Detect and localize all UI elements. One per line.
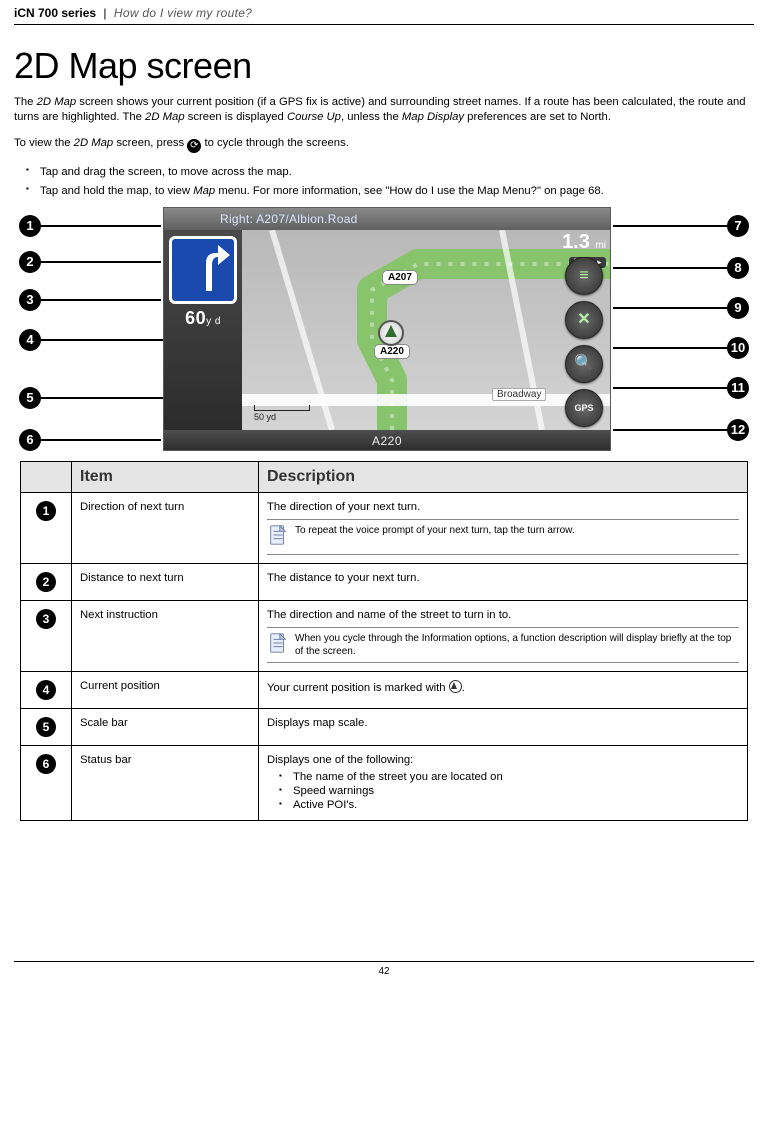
desc-text: Displays one of the following: — [267, 754, 739, 766]
close-button[interactable]: ✕ — [565, 301, 603, 339]
page-title: 2D Map screen — [14, 45, 754, 87]
callout-3: 3 — [19, 289, 161, 311]
turn-direction-icon[interactable] — [169, 236, 237, 304]
row-desc-cell: The direction and name of the street to … — [259, 601, 748, 672]
table-row: 2 Distance to next turn The distance to yo… — [21, 564, 748, 601]
row-number-cell: 5 — [21, 709, 72, 746]
callout-11: 11 — [613, 377, 749, 399]
road-shield: A220 — [374, 344, 410, 359]
sub-list: The name of the street you are located o… — [267, 770, 739, 812]
row-item-cell: Current position — [72, 672, 259, 709]
row-item-cell: Status bar — [72, 746, 259, 821]
next-instruction-bar: Right: A207/Albion.Road — [164, 208, 610, 230]
number-badge: 1 — [36, 501, 56, 521]
page-header: iCN 700 series | How do I view my route? — [14, 6, 754, 25]
row-number-cell: 2 — [21, 564, 72, 601]
table-row: 1Direction of next turnThe direction of … — [21, 493, 748, 564]
callout-7: 7 — [613, 215, 749, 237]
zoom-button[interactable]: 🔍 — [565, 345, 603, 383]
road-shield: A207 — [382, 270, 418, 285]
table-row: 6Status barDisplays one of the following… — [21, 746, 748, 821]
callout-5: 5 — [19, 387, 171, 409]
table-header-blank — [21, 462, 72, 493]
table-row: 3 Next instruction The direction and name … — [21, 601, 748, 672]
cycle-icon: ⟳ — [187, 139, 201, 153]
number-badge: 2 — [36, 572, 56, 592]
callout-8: 8 — [613, 257, 749, 279]
list-item: Active POI's. — [267, 798, 739, 812]
row-desc-cell: The direction of your next turn. To repea… — [259, 493, 748, 564]
note-icon — [267, 632, 289, 658]
breadcrumb: How do I view my route? — [114, 6, 252, 20]
callout-1: 1 — [19, 215, 161, 237]
row-item-cell: Scale bar — [72, 709, 259, 746]
number-badge: 6 — [36, 754, 56, 774]
row-item-cell: Direction of next turn — [72, 493, 259, 564]
list-item: Tap and drag the screen, to move across … — [14, 163, 754, 182]
row-number-cell: 4 — [21, 672, 72, 709]
callout-2: 2 — [19, 251, 161, 273]
row-number-cell: 1 — [21, 493, 72, 564]
row-desc-cell: Your current position is marked with . — [259, 672, 748, 709]
list-item: The name of the street you are located o… — [267, 770, 739, 784]
row-desc-cell: Displays map scale. — [259, 709, 748, 746]
status-bar: A220 — [164, 430, 610, 451]
desc-text: The direction and name of the street to … — [267, 609, 739, 621]
desc-text: Your current position is marked with . — [267, 680, 739, 694]
row-number-cell: 6 — [21, 746, 72, 821]
list-item: Tap and hold the map, to view Map menu. … — [14, 182, 754, 201]
series-name: iCN 700 series — [14, 6, 96, 20]
number-badge: 3 — [36, 609, 56, 629]
position-glyph-icon — [449, 680, 462, 693]
legend-table: Item Description 1 Direction of next turn… — [20, 461, 748, 821]
turn-panel: 60y d — [164, 230, 244, 430]
row-item-cell: Next instruction — [72, 601, 259, 672]
current-position-marker — [378, 320, 404, 346]
scale-bar: 50 yd — [254, 405, 310, 422]
map-figure: 1 2 3 4 5 6 7 8 9 10 11 — [19, 207, 749, 451]
to-view-line: To view the 2D Map screen, press ⟳ to cy… — [14, 136, 754, 153]
tips-list: Tap and drag the screen, to move across … — [14, 163, 754, 202]
intro-paragraph: The 2D Map screen shows your current pos… — [14, 95, 754, 126]
gps-button[interactable]: GPS — [565, 389, 603, 427]
street-label: Broadway — [492, 388, 546, 401]
row-item-cell: Distance to next turn — [72, 564, 259, 601]
table-row: 5 Scale bar Displays map scale. — [21, 709, 748, 746]
number-badge: 4 — [36, 680, 56, 700]
note-text: To repeat the voice prompt of your next … — [295, 524, 575, 537]
row-desc-cell: Displays one of the following: The name o… — [259, 746, 748, 821]
page-footer: 42 — [14, 961, 754, 977]
callout-12: 12 — [613, 419, 749, 441]
note-text: When you cycle through the Information o… — [295, 632, 739, 658]
table-row: 4 Current position Your current position i… — [21, 672, 748, 709]
row-desc-cell: The distance to your next turn. — [259, 564, 748, 601]
note: To repeat the voice prompt of your next … — [267, 519, 739, 555]
turn-distance: 60y d — [164, 308, 242, 329]
note-icon — [267, 524, 289, 550]
table-header-description: Description — [259, 462, 748, 493]
note: When you cycle through the Information o… — [267, 627, 739, 663]
breadcrumb-sep: | — [103, 6, 106, 20]
number-badge: 5 — [36, 717, 56, 737]
device-screenshot: Right: A207/Albion.Road 60y d — [163, 207, 611, 451]
callout-10: 10 — [613, 337, 749, 359]
desc-text: The distance to your next turn. — [267, 572, 739, 584]
page-number: 42 — [378, 966, 389, 977]
list-item: Speed warnings — [267, 784, 739, 798]
table-header-item: Item — [72, 462, 259, 493]
row-number-cell: 3 — [21, 601, 72, 672]
callout-6: 6 — [19, 429, 161, 451]
desc-text: The direction of your next turn. — [267, 501, 739, 513]
side-buttons: ≡ ✕ 🔍 GPS — [558, 230, 610, 430]
list-view-button[interactable]: ≡ — [565, 257, 603, 295]
map-canvas[interactable]: A207 A220 Broadway 50 yd 1.3 mi DTG ▸ — [242, 230, 610, 430]
desc-text: Displays map scale. — [267, 717, 739, 729]
callout-9: 9 — [613, 297, 749, 319]
